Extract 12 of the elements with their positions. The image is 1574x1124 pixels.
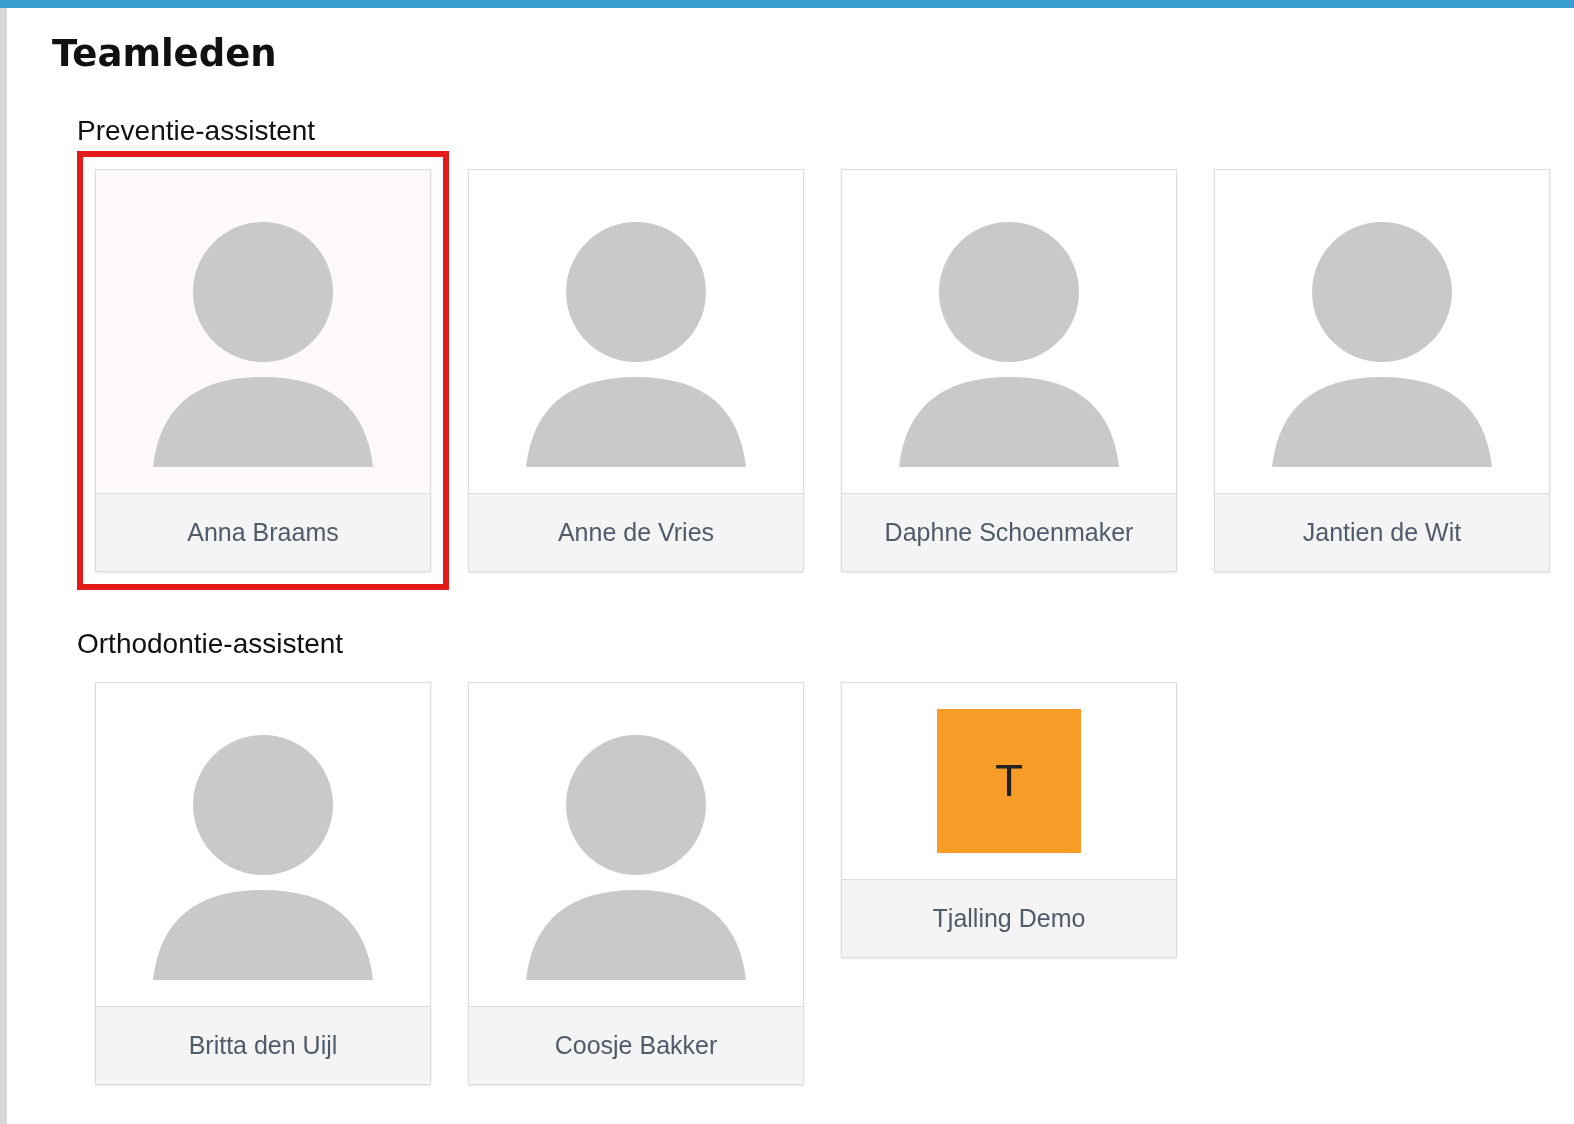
member-name: Daphne Schoenmaker <box>842 494 1176 571</box>
section-heading: Orthodontie-assistent <box>77 628 345 660</box>
member-name: Coosje Bakker <box>469 1007 803 1084</box>
member-name: Anne de Vries <box>469 494 803 571</box>
member-name: Tjalling Demo <box>842 880 1176 957</box>
team-member-card[interactable]: Anna Braams <box>77 151 449 590</box>
page-title: Teamleden <box>52 32 278 75</box>
member-name: Britta den Uijl <box>96 1007 430 1084</box>
member-name: Anna Braams <box>96 494 430 571</box>
section-heading: Preventie-assistent <box>77 115 317 147</box>
member-name: Jantien de Wit <box>1215 494 1549 571</box>
initial-avatar: T <box>937 709 1081 853</box>
